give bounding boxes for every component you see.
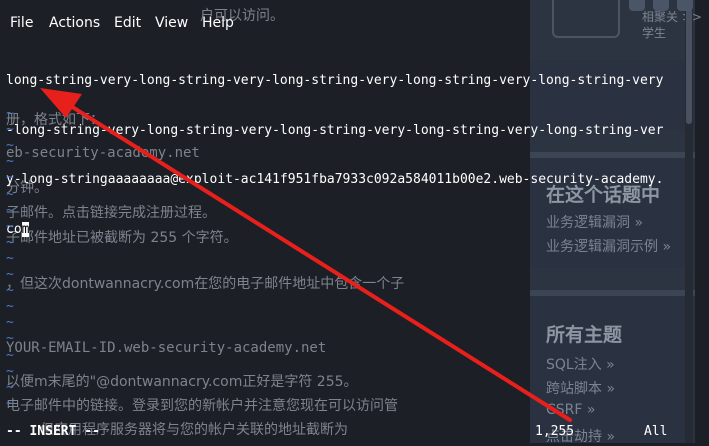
menu-help[interactable]: Help	[200, 12, 236, 34]
tilde-marker: ~	[6, 218, 14, 234]
tilde-marker: ~	[6, 122, 14, 138]
tilde-marker: ~	[6, 331, 14, 347]
bg-topic-link: CSRF »	[546, 402, 596, 418]
window-controls	[625, 0, 709, 12]
buffer-line: long-string-very-long-string-very-long-s…	[6, 73, 664, 88]
buffer-line: -long-string-very-long-string-very-long-…	[6, 122, 664, 138]
tilde-marker: ~	[6, 299, 14, 315]
menu-actions[interactable]: Actions	[47, 12, 102, 34]
bg-text-line: 以便m末尾的"@dontwannacry.com正好是字符 255。	[6, 374, 358, 390]
bg-all-topics-title: 所有主题	[546, 324, 623, 346]
tilde-marker: ~	[6, 363, 14, 379]
buffer-line-last: com	[6, 221, 696, 239]
tilde-marker: ~	[6, 170, 14, 186]
cursor-position: 1,255	[535, 424, 575, 439]
maximize-icon[interactable]	[653, 0, 669, 11]
tilde-marker: ~	[6, 138, 14, 154]
bg-text-line: ，但这次dontwannacry.com在您的电子邮件地址中包含一个子	[6, 276, 405, 292]
text-cursor: m	[21, 221, 30, 237]
buffer-line: y-long-stringaaaaaaaa@exploit-ac141f951f…	[6, 172, 664, 187]
vim-statusline: -- INSERT -- 1,255 All	[0, 422, 709, 442]
mode-indicator: -- INSERT --	[6, 424, 100, 439]
tilde-marker: ~	[6, 186, 14, 202]
menu-file[interactable]: File	[8, 12, 35, 34]
tilde-marker: ~	[6, 106, 14, 121]
tilde-marker: ~	[6, 395, 14, 411]
vim-buffer[interactable]: long-string-very-long-string-very-long-s…	[6, 40, 696, 255]
scroll-indicator: All	[644, 424, 668, 439]
menu-view[interactable]: View	[153, 12, 190, 34]
tilde-marker: ~	[6, 202, 14, 218]
tilde-marker: ~	[6, 347, 14, 363]
tilde-marker: ~	[6, 267, 14, 282]
tilde-marker: ~	[6, 154, 14, 170]
bg-text-line: 电子邮件中的链接。登录到您的新帐户并注意您现在可以访问管	[6, 398, 398, 414]
tilde-marker: ~	[6, 379, 14, 395]
close-icon[interactable]	[677, 0, 693, 11]
tilde-marker: ~	[6, 234, 14, 250]
terminal-menubar: File Actions Edit View Help	[0, 12, 709, 34]
tilde-marker: ~	[6, 283, 14, 299]
tilde-marker: ~	[6, 315, 14, 331]
bg-topic-link: 跨站脚本 »	[546, 381, 616, 397]
bg-text-line: YOUR-EMAIL-ID.web-security-academy.net	[6, 340, 327, 356]
tilde-marker: ~	[6, 250, 14, 266]
bg-topic-link: SQL注入 »	[546, 357, 615, 373]
menu-edit[interactable]: Edit	[112, 12, 143, 34]
minimize-icon[interactable]	[629, 0, 645, 11]
